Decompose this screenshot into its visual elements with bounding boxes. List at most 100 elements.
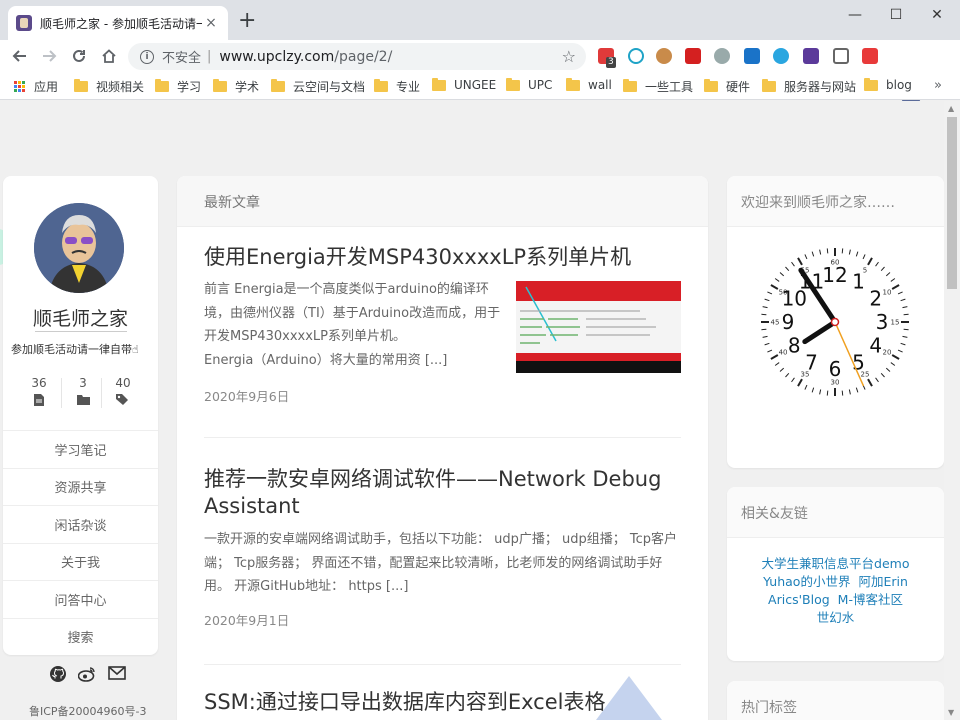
- post-excerpt: 前言 Energia是一个高度类似于arduino的编译环境，由德州仪器（TI）…: [204, 282, 501, 344]
- extension-open-external-icon[interactable]: [833, 48, 849, 64]
- scroll-down-arrow-icon[interactable]: ▼: [948, 708, 954, 717]
- clock-tick: [819, 249, 822, 255]
- bookmarks-overflow-button[interactable]: »: [934, 78, 942, 93]
- extension-react-icon[interactable]: [628, 48, 644, 64]
- bookmark-folder[interactable]: 学习: [155, 78, 201, 95]
- stat-tags[interactable]: 40: [103, 376, 143, 406]
- friend-link[interactable]: 大学生兼职信息平台demo: [762, 556, 910, 571]
- bookmark-label: 专业: [396, 80, 421, 94]
- nav-about[interactable]: 关于我: [3, 542, 158, 581]
- info-icon[interactable]: i: [140, 49, 154, 64]
- bookmark-folder[interactable]: 硬件: [704, 78, 750, 95]
- clock-hour-label: 6: [829, 357, 842, 381]
- bookmark-folder[interactable]: UPC: [506, 77, 552, 92]
- tab-close-button[interactable]: ×: [202, 15, 220, 31]
- clock-tick: [891, 284, 900, 290]
- hand-icon: ☝: [132, 343, 139, 356]
- clock-tick: [903, 328, 909, 331]
- browser-toolbar: i 不安全 | www.upclzy.com/page/2/ ☆ ⋮: [0, 40, 960, 106]
- nav-qa[interactable]: 问答中心: [3, 580, 158, 618]
- post-title-link[interactable]: 使用Energia开发MSP430xxxxLP系列单片机: [204, 244, 681, 271]
- forward-button[interactable]: [37, 44, 61, 68]
- bookmark-star-icon[interactable]: ☆: [562, 47, 576, 66]
- clock-tick: [791, 377, 795, 383]
- bookmark-folder[interactable]: blog: [864, 77, 912, 92]
- back-button[interactable]: [8, 44, 32, 68]
- stat-categories[interactable]: 3: [63, 376, 103, 405]
- stat-count: 3: [79, 376, 87, 390]
- post-title-link[interactable]: SSM:通过接口导出数据库内容到Excel表格: [204, 689, 681, 716]
- extension-s-icon[interactable]: [744, 48, 760, 64]
- site-name: 顺毛师之家: [32, 308, 128, 330]
- clock-tick: [761, 328, 767, 331]
- extension-video-icon[interactable]: [862, 48, 878, 64]
- post-title-link[interactable]: 推荐一款安卓网络调试软件——Network Debug Assistant: [204, 466, 681, 520]
- clock-tick: [774, 278, 780, 282]
- icp-record-link[interactable]: 鲁ICP备20004960号-3: [29, 703, 147, 719]
- extension-globe-icon[interactable]: [773, 48, 789, 64]
- scroll-thumb[interactable]: [947, 117, 957, 289]
- clock-minute-label: 45: [771, 319, 780, 327]
- folder-icon: [271, 79, 285, 92]
- extension-ia-icon[interactable]: [803, 48, 819, 64]
- clock-tick: [767, 349, 773, 353]
- bookmark-folder[interactable]: wall: [566, 77, 612, 92]
- bookmark-folder[interactable]: 专业: [374, 78, 420, 95]
- bookmark-folder[interactable]: 一些工具: [623, 78, 693, 95]
- new-tab-button[interactable]: +: [238, 10, 256, 32]
- tab-title: 顺毛师之家 - 参加顺毛活动请一律自带: [40, 16, 202, 31]
- maximize-button[interactable]: ☐: [873, 0, 919, 30]
- nav-chat[interactable]: 闲话杂谈: [3, 505, 158, 543]
- close-window-button[interactable]: ✕: [914, 0, 960, 30]
- friends-widget: 相关&友链 大学生兼职信息平台demo Yuhao的小世界 阿加Erin Aric…: [727, 487, 944, 661]
- clock-hour-label: 5: [852, 351, 865, 375]
- friend-link[interactable]: Yuhao的小世界: [763, 574, 850, 589]
- mail-icon[interactable]: [108, 666, 126, 680]
- post-thumbnail[interactable]: [516, 281, 681, 373]
- bookmark-label: 服务器与网站: [784, 80, 857, 94]
- site-avatar: [34, 203, 124, 293]
- minimize-button[interactable]: —: [832, 0, 878, 30]
- extension-pdf-icon[interactable]: [685, 48, 701, 64]
- clock-tick: [867, 257, 873, 266]
- page-scrollbar[interactable]: ▲ ▼: [944, 101, 960, 720]
- github-icon[interactable]: [50, 666, 66, 682]
- bookmark-folder[interactable]: 云空间与文档: [271, 78, 365, 95]
- clock-tick: [764, 342, 770, 346]
- folder-icon: [76, 395, 90, 405]
- folder-icon: [704, 79, 718, 92]
- apps-icon: [14, 80, 26, 93]
- friend-link[interactable]: 世幻水: [817, 610, 855, 625]
- nav-resources[interactable]: 资源共享: [3, 467, 158, 506]
- analog-clock: 60510152025303540455055 12 1234567891011: [761, 248, 909, 396]
- bookmark-label: blog: [886, 78, 912, 92]
- weibo-icon[interactable]: [78, 666, 96, 682]
- friend-link[interactable]: Arics'Blog: [768, 592, 830, 607]
- section-title: 最新文章: [204, 195, 260, 211]
- bookmark-apps[interactable]: 应用: [14, 78, 58, 95]
- bookmark-folder[interactable]: 视频相关: [74, 78, 144, 95]
- bookmark-folder[interactable]: 服务器与网站: [762, 78, 856, 95]
- nav-search[interactable]: 搜索: [3, 617, 158, 656]
- bookmark-folder[interactable]: 学术: [213, 78, 259, 95]
- scroll-up-arrow-icon[interactable]: ▲: [948, 104, 954, 113]
- address-bar[interactable]: i 不安全 | www.upclzy.com/page/2/ ☆: [128, 43, 586, 70]
- clock-hour-hand: [802, 319, 838, 345]
- clock-tick: [848, 249, 851, 255]
- file-icon: [34, 394, 44, 406]
- browser-tab[interactable]: 顺毛师之家 - 参加顺毛活动请一律自带 ×: [8, 6, 228, 40]
- bookmark-folder[interactable]: UNGEE: [432, 77, 496, 92]
- extension-mouse-icon[interactable]: [714, 48, 730, 64]
- clock-tick: [819, 389, 822, 395]
- nav-study-notes[interactable]: 学习笔记: [3, 430, 158, 468]
- clock-tick: [875, 261, 879, 267]
- home-button[interactable]: [97, 44, 121, 68]
- clock-tick: [855, 251, 859, 257]
- reload-button[interactable]: [67, 44, 91, 68]
- friend-link[interactable]: M-博客社区: [838, 592, 903, 607]
- stat-posts[interactable]: 36: [19, 376, 59, 406]
- widget-header: 相关&友链: [727, 487, 944, 538]
- friend-link[interactable]: 阿加Erin: [858, 574, 907, 589]
- clock-tick: [811, 251, 815, 257]
- extension-cookie-icon[interactable]: [656, 48, 672, 64]
